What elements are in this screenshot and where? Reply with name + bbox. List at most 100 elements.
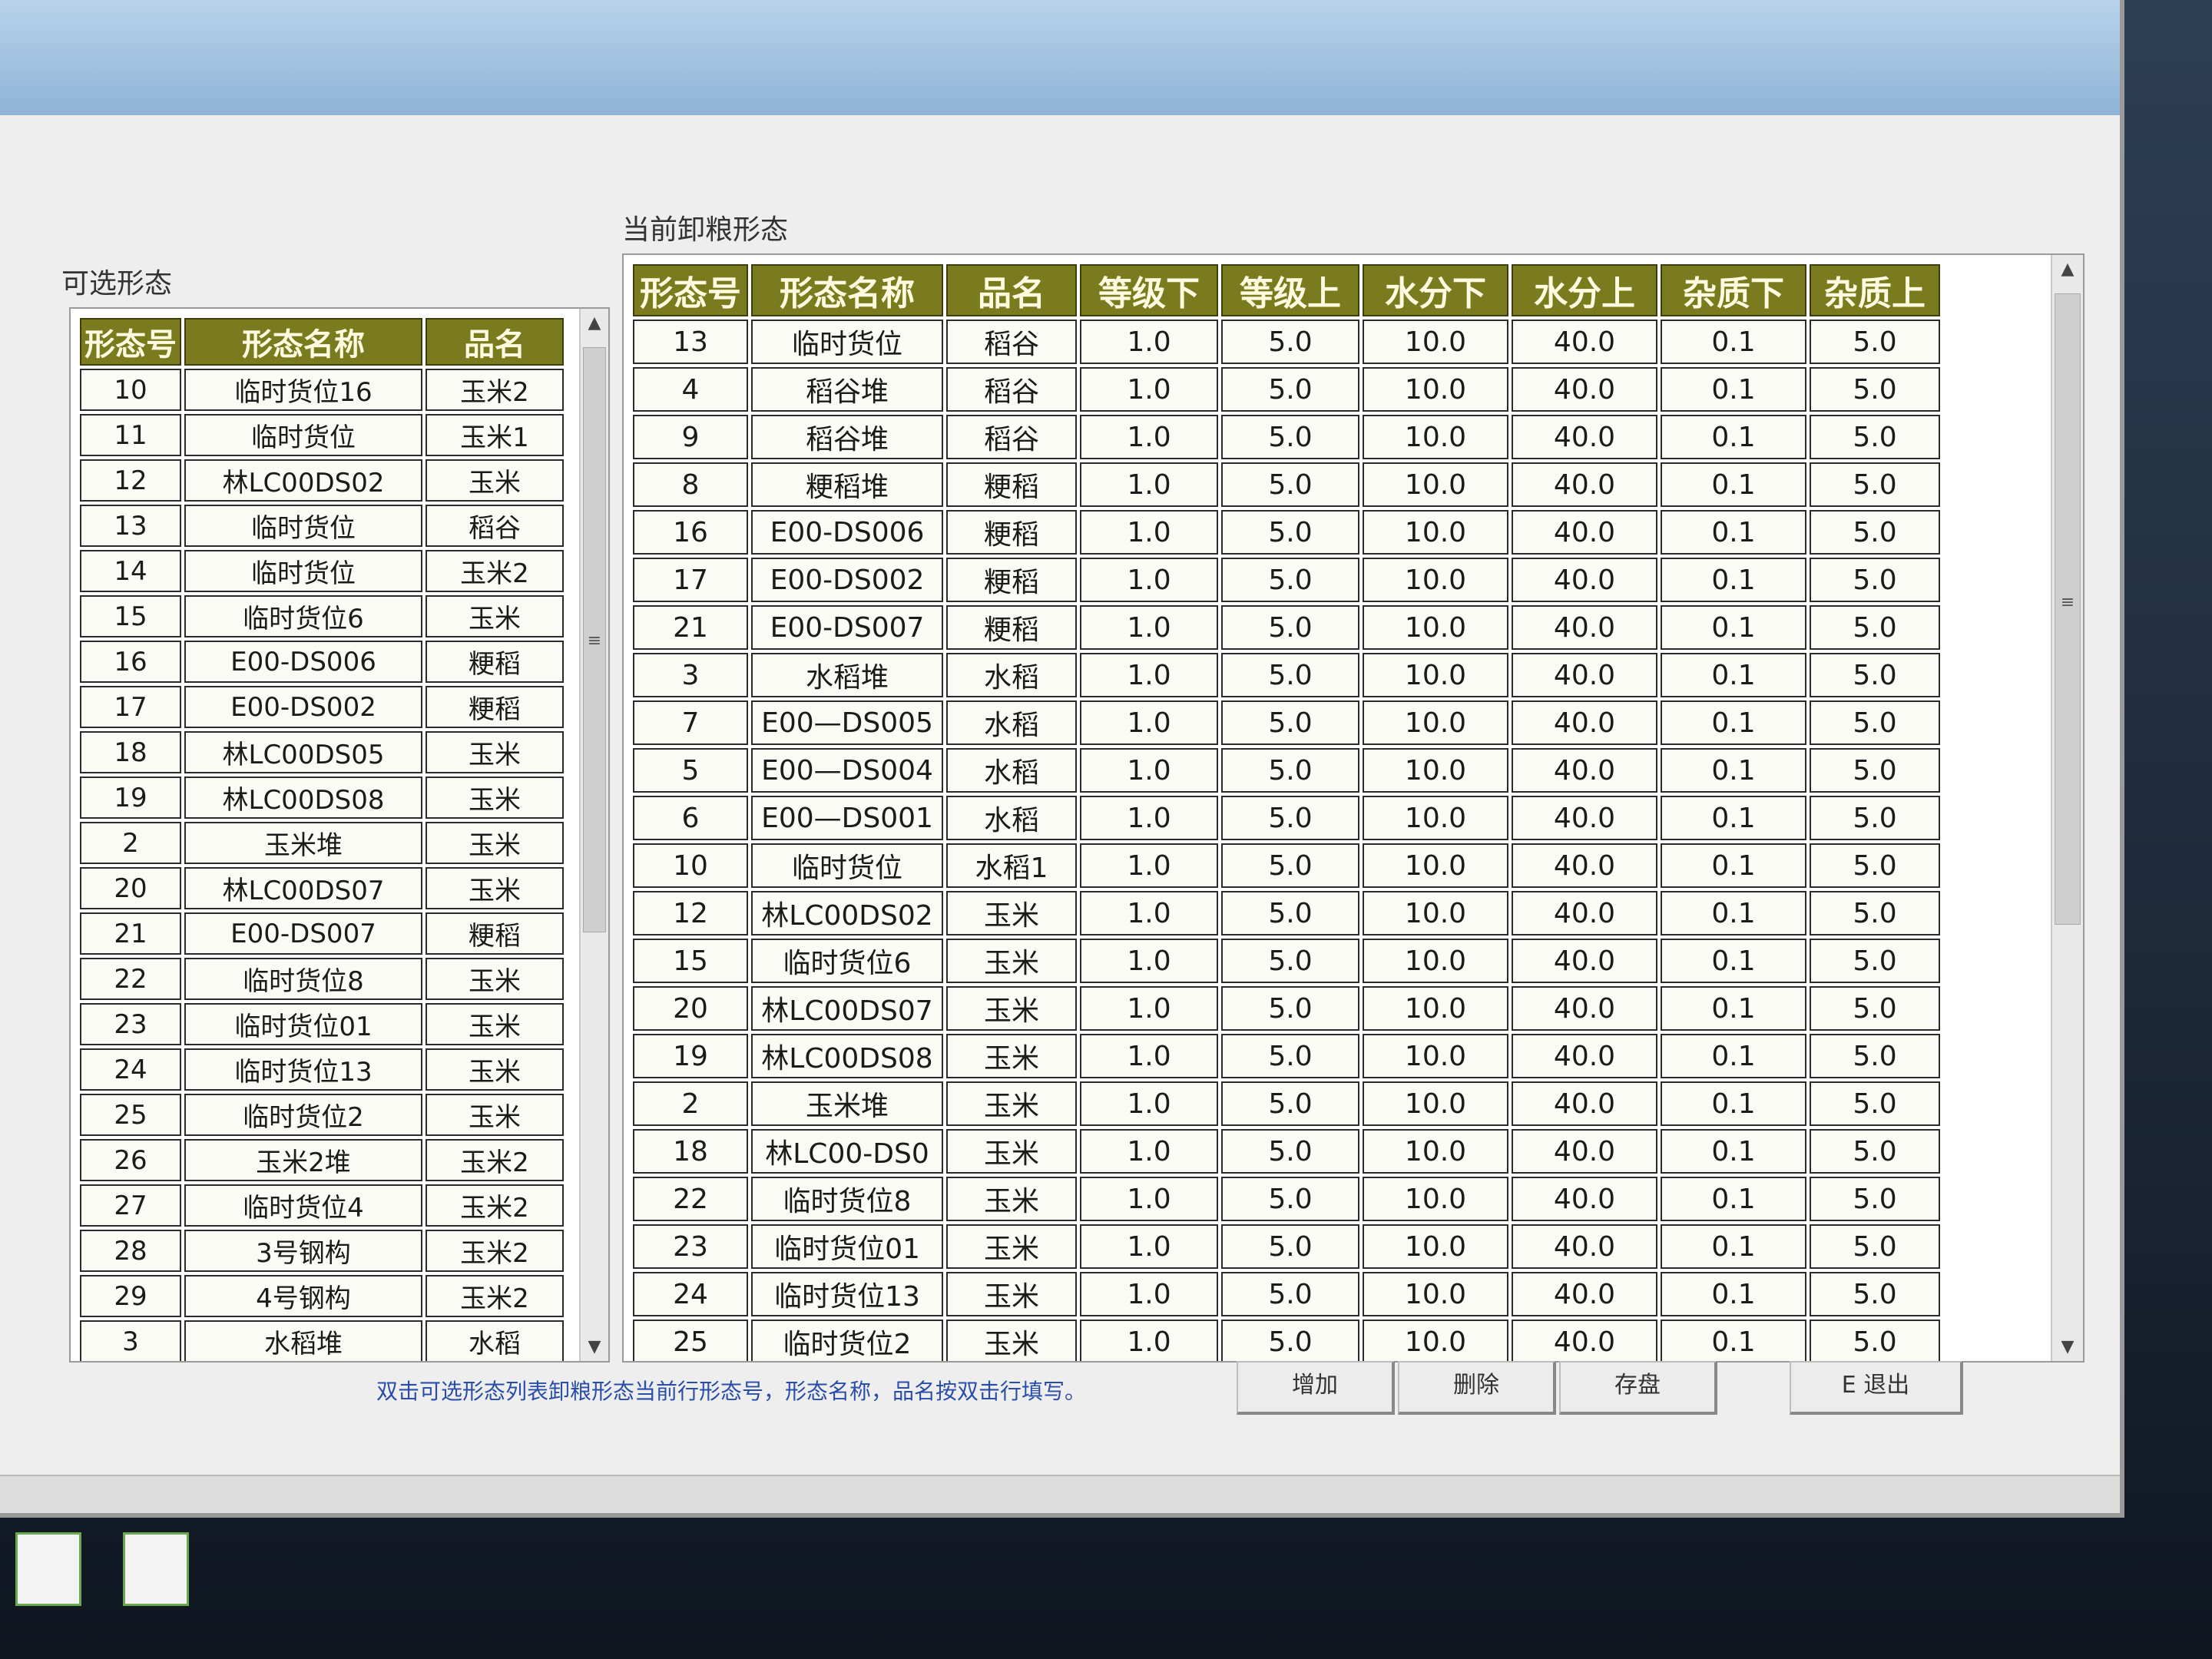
table-cell[interactable]: 40.0 [1512,1129,1657,1174]
table-cell[interactable]: 1.0 [1080,986,1218,1031]
table-cell[interactable]: 10.0 [1363,605,1508,650]
table-cell[interactable]: 10.0 [1363,462,1508,507]
table-cell[interactable]: 粳稻 [426,641,564,683]
table-cell[interactable]: 10 [80,369,181,411]
table-row[interactable]: 14 临时货位 玉米2 [80,550,564,592]
table-row[interactable]: 13 临时货位 稻谷 1.0 5.0 10.0 40.0 0.1 5.0 [633,320,1940,364]
table-cell[interactable]: 10.0 [1363,986,1508,1031]
table-row[interactable]: 11 临时货位 玉米1 [80,414,564,456]
table-cell[interactable]: 1.0 [1080,1177,1218,1221]
table-row[interactable]: 27 临时货位4 玉米2 [80,1184,564,1227]
table-row[interactable]: 15 临时货位6 玉米 1.0 5.0 10.0 40.0 0.1 5.0 [633,939,1940,983]
table-cell[interactable]: 林LC00DS02 [751,891,943,935]
table-cell[interactable]: 临时货位 [184,550,422,592]
table-cell[interactable]: 粳稻 [426,912,564,955]
table-cell[interactable]: 稻谷 [946,415,1077,459]
table-cell[interactable]: 40.0 [1512,796,1657,840]
table-cell[interactable]: 22 [80,958,181,1000]
table-cell[interactable]: 临时货位 [751,320,943,364]
table-row[interactable]: 28 3号钢构 玉米2 [80,1230,564,1272]
table-cell[interactable]: 玉米堆 [751,1081,943,1126]
table-cell[interactable]: 1.0 [1080,510,1218,555]
table-cell[interactable]: 5 [633,748,748,793]
table-cell[interactable]: 27 [80,1184,181,1227]
table-cell[interactable]: 5.0 [1810,891,1940,935]
table-cell[interactable]: 水稻 [946,748,1077,793]
table-row[interactable]: 10 临时货位16 玉米2 [80,369,564,411]
table-cell[interactable]: 临时货位13 [184,1048,422,1091]
table-cell[interactable]: 5.0 [1221,462,1359,507]
table-row[interactable]: 22 临时货位8 玉米 [80,958,564,1000]
column-header[interactable]: 形态号 [633,264,748,316]
table-cell[interactable]: 林LC00DS02 [184,459,422,502]
table-row[interactable]: 21 E00-DS007 粳稻 1.0 5.0 10.0 40.0 0.1 5.0 [633,605,1940,650]
table-row[interactable]: 20 林LC00DS07 玉米 1.0 5.0 10.0 40.0 0.1 5.0 [633,986,1940,1031]
table-cell[interactable]: 林LC00DS08 [751,1034,943,1078]
table-row[interactable]: 6 E00—DS001 水稻 1.0 5.0 10.0 40.0 0.1 5.0 [633,796,1940,840]
table-cell[interactable]: 临时货位2 [184,1094,422,1136]
table-cell[interactable]: 玉米 [946,1129,1077,1174]
table-cell[interactable]: 40.0 [1512,1320,1657,1361]
table-row[interactable]: 12 林LC00DS02 玉米 [80,459,564,502]
table-row[interactable]: 3 水稻堆 水稻 [80,1320,564,1361]
table-cell[interactable]: 临时货位8 [751,1177,943,1221]
table-cell[interactable]: 20 [80,867,181,909]
table-row[interactable]: 13 临时货位 稻谷 [80,505,564,547]
table-cell[interactable]: 玉米 [426,1048,564,1091]
table-cell[interactable]: 水稻堆 [751,653,943,697]
table-row[interactable]: 23 临时货位01 玉米 1.0 5.0 10.0 40.0 0.1 5.0 [633,1224,1940,1269]
table-cell[interactable]: 10.0 [1363,1081,1508,1126]
vertical-scrollbar[interactable]: ▲ ≡ ▼ [2051,255,2083,1361]
table-cell[interactable]: 0.1 [1661,1129,1806,1174]
table-cell[interactable]: 玉米1 [426,414,564,456]
table-cell[interactable]: E00—DS004 [751,748,943,793]
table-cell[interactable]: 25 [633,1320,748,1361]
table-cell[interactable]: 玉米 [426,867,564,909]
table-cell[interactable]: 24 [633,1272,748,1316]
table-cell[interactable]: 10.0 [1363,415,1508,459]
table-cell[interactable]: 5.0 [1221,1034,1359,1078]
table-cell[interactable]: 3 [633,653,748,697]
table-cell[interactable]: 5.0 [1221,939,1359,983]
table-cell[interactable]: 5.0 [1810,1081,1940,1126]
table-cell[interactable]: 1.0 [1080,320,1218,364]
table-cell[interactable]: 1.0 [1080,796,1218,840]
table-cell[interactable]: 18 [633,1129,748,1174]
table-cell[interactable]: 10.0 [1363,1177,1508,1221]
table-cell[interactable]: 1.0 [1080,367,1218,412]
table-cell[interactable]: 水稻 [946,796,1077,840]
table-cell[interactable]: 粳稻堆 [751,462,943,507]
table-cell[interactable]: 0.1 [1661,510,1806,555]
table-cell[interactable]: 40.0 [1512,891,1657,935]
table-cell[interactable]: 40.0 [1512,653,1657,697]
table-cell[interactable]: 5.0 [1810,1177,1940,1221]
table-cell[interactable]: 10.0 [1363,653,1508,697]
vertical-scrollbar[interactable]: ▲ ≡ ▼ [579,309,608,1361]
table-cell[interactable]: 28 [80,1230,181,1272]
table-cell[interactable]: 0.1 [1661,558,1806,602]
table-cell[interactable]: 5.0 [1810,605,1940,650]
table-cell[interactable]: 40.0 [1512,843,1657,888]
table-cell[interactable]: 40.0 [1512,558,1657,602]
table-cell[interactable]: 23 [633,1224,748,1269]
table-cell[interactable]: 玉米 [946,1320,1077,1361]
table-cell[interactable]: 1.0 [1080,939,1218,983]
table-cell[interactable]: 20 [633,986,748,1031]
table-cell[interactable]: 21 [633,605,748,650]
exit-button[interactable]: E 退出 [1790,1361,1963,1415]
table-row[interactable]: 17 E00-DS002 粳稻 [80,686,564,728]
table-cell[interactable]: 1.0 [1080,415,1218,459]
table-cell[interactable]: 10.0 [1363,891,1508,935]
table-cell[interactable]: 1.0 [1080,891,1218,935]
table-row[interactable]: 16 E00-DS006 粳稻 [80,641,564,683]
table-cell[interactable]: 1.0 [1080,1034,1218,1078]
table-cell[interactable]: 5.0 [1221,510,1359,555]
table-cell[interactable]: 玉米 [426,777,564,819]
table-cell[interactable]: 10.0 [1363,558,1508,602]
table-cell[interactable]: 5.0 [1810,1034,1940,1078]
table-row[interactable]: 24 临时货位13 玉米 1.0 5.0 10.0 40.0 0.1 5.0 [633,1272,1940,1316]
table-row[interactable]: 7 E00—DS005 水稻 1.0 5.0 10.0 40.0 0.1 5.0 [633,700,1940,745]
table-cell[interactable]: E00—DS005 [751,700,943,745]
column-header[interactable]: 水分下 [1363,264,1508,316]
save-button[interactable]: 存盘 [1559,1361,1717,1415]
